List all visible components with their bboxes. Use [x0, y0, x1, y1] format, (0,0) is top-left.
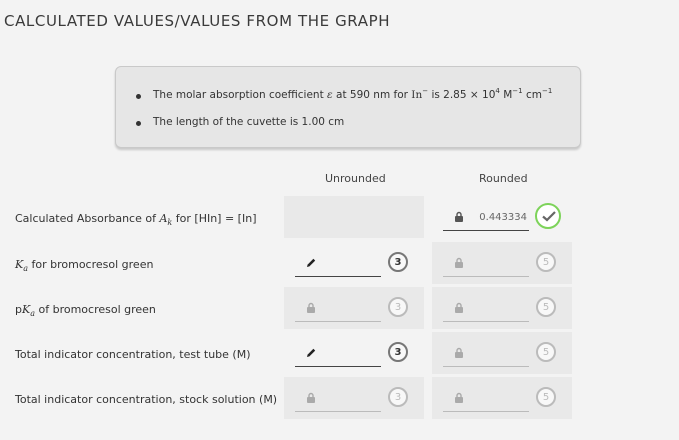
- row-label-absorbance: Calculated Absorbance of Ak for [HIn] = …: [15, 212, 257, 228]
- cell-absorbance-rounded: 0.443334: [432, 196, 572, 238]
- cell-test-tube-unrounded: 3: [284, 332, 424, 374]
- pka-rounded-field: [443, 299, 529, 322]
- pencil-icon: [307, 258, 316, 267]
- status-badge-complete: [535, 203, 561, 229]
- lock-icon: [455, 257, 463, 268]
- cell-ka-rounded: 5: [432, 242, 572, 284]
- points-badge: 5: [536, 297, 556, 317]
- lock-icon: [307, 392, 315, 403]
- pka-unrounded-field: [295, 299, 381, 322]
- info-item-absorption: The molar absorption coefficient ε at 59…: [136, 87, 552, 101]
- cell-stock-unrounded: 3: [284, 377, 424, 419]
- test-tube-rounded-field: [443, 344, 529, 367]
- row-label-ka: Ka for bromocresol green: [15, 258, 154, 274]
- column-header-unrounded: Unrounded: [325, 172, 386, 185]
- pencil-icon: [307, 348, 316, 357]
- ka-unrounded-input[interactable]: [295, 254, 381, 277]
- stock-rounded-field: [443, 389, 529, 412]
- lock-icon: [455, 347, 463, 358]
- cell-ka-unrounded: 3: [284, 242, 424, 284]
- info-box: The molar absorption coefficient ε at 59…: [115, 66, 581, 148]
- test-tube-unrounded-input[interactable]: [295, 344, 381, 367]
- cell-absorbance-unrounded: [284, 196, 424, 238]
- lock-icon: [455, 302, 463, 313]
- points-badge: 5: [536, 387, 556, 407]
- info-item-cuvette: The length of the cuvette is 1.00 cm: [136, 116, 344, 128]
- section-title: CALCULATED VALUES/VALUES FROM THE GRAPH: [4, 12, 391, 30]
- stock-unrounded-field: [295, 389, 381, 412]
- points-badge: 3: [388, 342, 408, 362]
- points-badge: 3: [388, 387, 408, 407]
- points-badge: 5: [536, 252, 556, 272]
- cell-test-tube-rounded: 5: [432, 332, 572, 374]
- check-icon: [542, 211, 556, 222]
- points-badge: 5: [536, 342, 556, 362]
- row-label-pka: pKa of bromocresol green: [15, 303, 156, 319]
- lock-icon: [455, 211, 463, 222]
- points-badge: 3: [388, 252, 408, 272]
- absorbance-rounded-field[interactable]: 0.443334: [443, 208, 529, 231]
- column-header-rounded: Rounded: [479, 172, 528, 185]
- lock-icon: [307, 302, 315, 313]
- lock-icon: [455, 392, 463, 403]
- cell-stock-rounded: 5: [432, 377, 572, 419]
- points-badge: 3: [388, 297, 408, 317]
- ka-rounded-field: [443, 254, 529, 277]
- row-label-test-tube: Total indicator concentration, test tube…: [15, 348, 251, 361]
- cell-pka-unrounded: 3: [284, 287, 424, 329]
- cell-pka-rounded: 5: [432, 287, 572, 329]
- row-label-stock-solution: Total indicator concentration, stock sol…: [15, 393, 278, 406]
- absorbance-rounded-value: 0.443334: [479, 212, 527, 223]
